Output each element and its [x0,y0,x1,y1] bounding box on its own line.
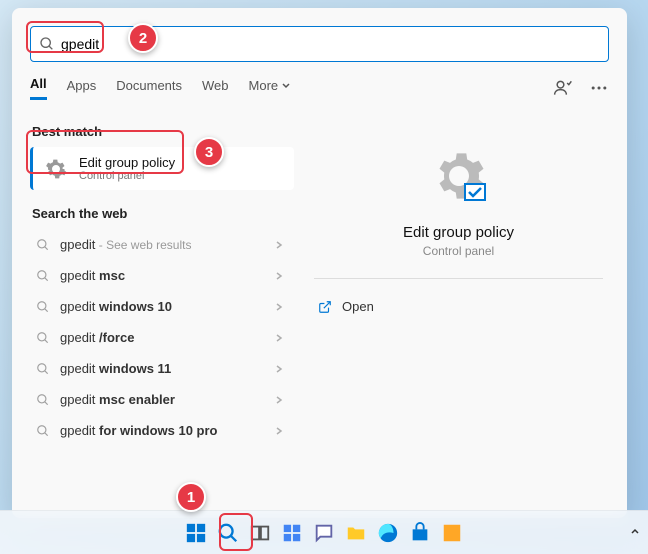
chevron-down-icon [281,80,291,90]
best-match-label: Best match [32,124,302,139]
web-result-item[interactable]: gpedit msc enabler [30,384,294,415]
search-icon [36,331,50,345]
search-bar[interactable] [30,26,609,62]
preview-card: Edit group policy Control panel Open [314,128,603,320]
search-panel: All Apps Documents Web More Best match E… [12,8,627,518]
preview-subtitle: Control panel [314,244,603,258]
web-result-item[interactable]: gpedit msc [30,260,294,291]
app-button[interactable] [439,520,465,546]
tab-more[interactable]: More [249,78,292,99]
store-button[interactable] [407,520,433,546]
tab-apps[interactable]: Apps [67,78,97,99]
open-label: Open [342,299,374,314]
web-results-list: gpedit - See web results gpedit msc gped… [30,229,302,446]
chevron-right-icon [274,364,284,374]
edge-button[interactable] [375,520,401,546]
system-tray[interactable] [630,510,640,554]
chevron-right-icon [274,395,284,405]
more-options-icon[interactable] [589,78,609,98]
task-view-button[interactable] [247,520,273,546]
web-result-item[interactable]: gpedit windows 10 [30,291,294,322]
taskbar [0,510,648,554]
chevron-right-icon [274,240,284,250]
gear-icon [43,156,69,182]
web-result-item[interactable]: gpedit - See web results [30,229,294,260]
chevron-right-icon [274,426,284,436]
preview-title: Edit group policy [314,224,603,241]
file-explorer-button[interactable] [343,520,369,546]
web-result-item[interactable]: gpedit for windows 10 pro [30,415,294,446]
callout-1: 1 [176,482,206,512]
web-result-text: gpedit msc [60,268,274,283]
best-match-title: Edit group policy [79,155,284,170]
chevron-right-icon [274,333,284,343]
web-result-text: gpedit - See web results [60,237,274,252]
search-icon [39,36,55,52]
open-action[interactable]: Open [314,293,603,320]
web-result-text: gpedit /force [60,330,274,345]
open-icon [318,300,332,314]
search-icon [36,269,50,283]
search-icon [36,238,50,252]
search-icon [36,393,50,407]
tab-all[interactable]: All [30,76,47,100]
callout-3: 3 [194,137,224,167]
web-result-item[interactable]: gpedit /force [30,322,294,353]
web-result-text: gpedit for windows 10 pro [60,423,274,438]
best-match-subtitle: Control panel [79,170,284,182]
tab-more-label: More [249,78,279,93]
chevron-right-icon [274,302,284,312]
tray-chevron-icon [630,527,640,537]
web-search-label: Search the web [32,206,302,221]
search-content: Best match Edit group policy Control pan… [12,108,627,508]
account-icon[interactable] [553,78,573,98]
search-icon [36,362,50,376]
start-button[interactable] [183,520,209,546]
web-result-text: gpedit msc enabler [60,392,274,407]
chevron-right-icon [274,271,284,281]
preview-gear-check-icon [427,148,491,212]
tab-web[interactable]: Web [202,78,229,99]
best-match-result[interactable]: Edit group policy Control panel [30,147,294,190]
web-result-text: gpedit windows 11 [60,361,274,376]
search-icon [36,300,50,314]
web-result-item[interactable]: gpedit windows 11 [30,353,294,384]
tab-documents[interactable]: Documents [116,78,182,99]
widgets-button[interactable] [279,520,305,546]
search-tabs: All Apps Documents Web More [12,62,627,108]
chat-button[interactable] [311,520,337,546]
preview-column: Edit group policy Control panel Open [302,108,627,508]
web-result-text: gpedit windows 10 [60,299,274,314]
results-column: Best match Edit group policy Control pan… [12,108,302,508]
taskbar-search-button[interactable] [215,520,241,546]
search-icon [36,424,50,438]
divider [314,278,603,279]
callout-2: 2 [128,23,158,53]
